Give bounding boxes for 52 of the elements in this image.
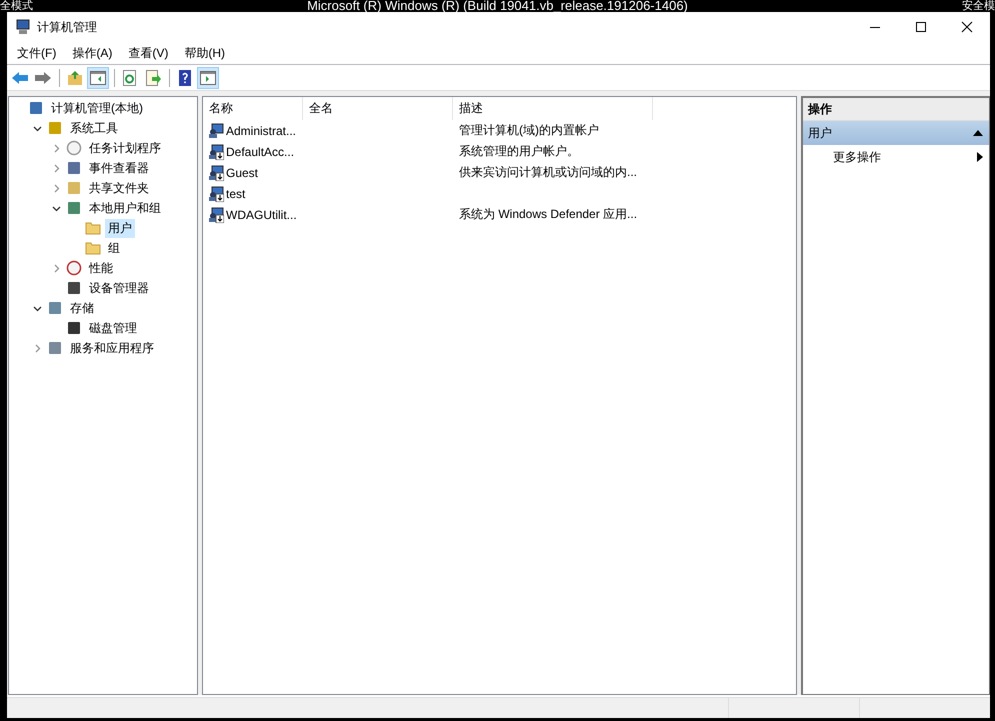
tree-item[interactable]: 用户 bbox=[105, 218, 135, 238]
tree-item[interactable]: 设备管理器 bbox=[86, 278, 152, 298]
column-header[interactable]: 全名 bbox=[303, 97, 453, 120]
tree-item[interactable]: 性能 bbox=[86, 258, 116, 278]
folder-icon bbox=[85, 240, 101, 256]
menu-item[interactable]: 查看(V) bbox=[120, 44, 176, 62]
menu-item[interactable]: 操作(A) bbox=[64, 44, 120, 62]
table-cell: Administrat... bbox=[226, 124, 296, 138]
expand-chevron-icon[interactable] bbox=[52, 164, 61, 172]
menu-item[interactable]: 帮助(H) bbox=[176, 44, 233, 62]
tree-toggle-button[interactable] bbox=[87, 66, 109, 88]
desktop-text: 全模式 bbox=[0, 0, 34, 12]
folder-icon bbox=[85, 220, 101, 236]
tree-item[interactable]: 服务和应用程序 bbox=[67, 338, 157, 358]
table-cell: Guest bbox=[226, 166, 258, 180]
table-cell: test bbox=[226, 186, 246, 200]
section-title: 用户 bbox=[808, 124, 832, 142]
close-icon bbox=[961, 21, 973, 33]
pane-toggle-button[interactable] bbox=[197, 66, 219, 88]
tree-item[interactable]: 事件查看器 bbox=[86, 158, 152, 178]
collapse-chevron-icon[interactable] bbox=[33, 124, 42, 132]
table-cell: 系统管理的用户帐户。 bbox=[459, 143, 579, 160]
maximize-icon bbox=[915, 21, 927, 33]
tree-item[interactable]: 任务计划程序 bbox=[86, 138, 164, 158]
tree-item[interactable]: 共享文件夹 bbox=[86, 178, 152, 198]
tree-item[interactable]: 计算机管理(本地) bbox=[48, 98, 146, 118]
expand-chevron-icon[interactable] bbox=[52, 264, 61, 272]
tree-item[interactable]: 系统工具 bbox=[67, 118, 121, 138]
table-cell: WDAGUtilit... bbox=[226, 208, 297, 222]
expand-chevron-icon[interactable] bbox=[33, 344, 42, 352]
desktop-text: 安全模 bbox=[961, 0, 995, 12]
actions-header: 操作 bbox=[803, 98, 989, 121]
column-header[interactable]: 描述 bbox=[453, 97, 653, 120]
collapse-arrow-icon[interactable] bbox=[973, 129, 983, 137]
expand-chevron-icon[interactable] bbox=[52, 184, 61, 192]
menu-item[interactable]: 文件(F) bbox=[9, 44, 64, 62]
tree-item[interactable]: 磁盘管理 bbox=[86, 318, 140, 338]
table-cell: 系统为 Windows Defender 应用... bbox=[459, 206, 638, 223]
table-cell: 管理计算机(域)的内置帐户 bbox=[459, 122, 599, 139]
collapse-chevron-icon[interactable] bbox=[33, 304, 42, 312]
build-watermark-text: Microsoft (R) Windows (R) (Build 19041.vb_release.191206-1406) bbox=[306, 0, 689, 12]
collapse-chevron-icon[interactable] bbox=[52, 204, 61, 212]
action-link[interactable]: 更多操作 bbox=[833, 148, 881, 166]
table-cell: 供来宾访问计算机或访问域的内... bbox=[459, 164, 638, 181]
expand-chevron-icon[interactable] bbox=[52, 144, 61, 152]
column-header[interactable]: 名称 bbox=[203, 97, 303, 120]
tree-item[interactable]: 本地用户和组 bbox=[86, 198, 164, 218]
tree-item[interactable]: 存储 bbox=[67, 298, 97, 318]
table-cell: DefaultAcc... bbox=[226, 144, 294, 158]
window-title: 计算机管理 bbox=[37, 18, 98, 36]
tree-item[interactable]: 组 bbox=[105, 238, 123, 258]
actions-section-header[interactable]: 用户 bbox=[803, 121, 989, 145]
